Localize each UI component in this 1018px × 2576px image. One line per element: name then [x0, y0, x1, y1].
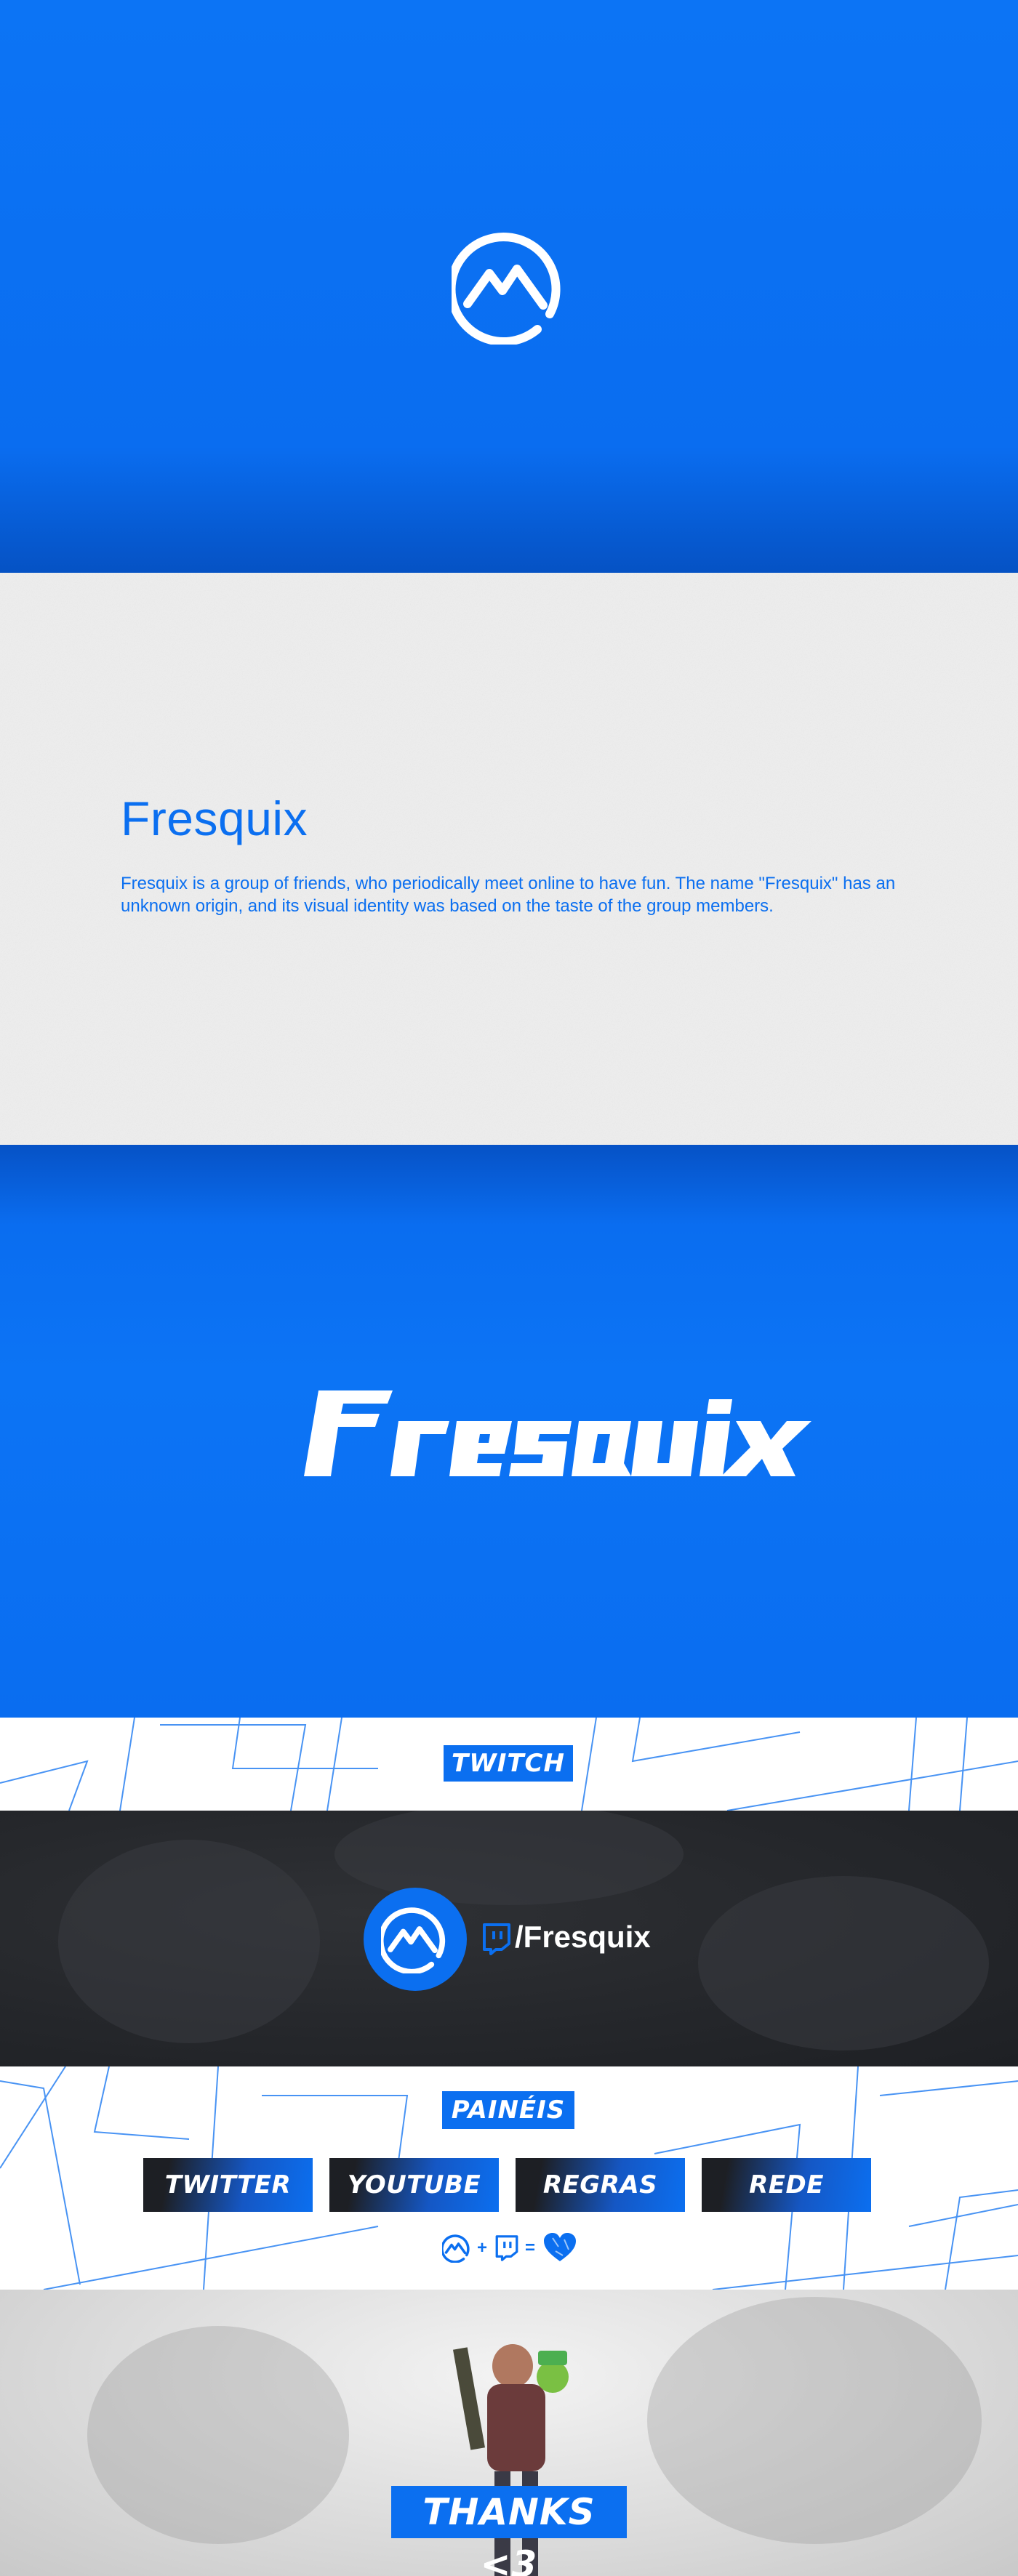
plus-sign: +: [477, 2238, 488, 2258]
wordmark-section: [0, 1145, 1018, 1718]
twitch-glitch-icon: [483, 1923, 510, 1955]
twitch-glitch-icon: [495, 2235, 518, 2261]
heart-icon: [544, 2233, 576, 2261]
panel-button-rede[interactable]: REDE: [702, 2158, 871, 2212]
panels-section: PAINÉIS TWITTER YOUTUBE REGRAS REDE + =: [0, 2066, 1018, 2290]
panels-section-label: PAINÉIS: [442, 2091, 574, 2129]
thanks-section: THANKS <3: [0, 2290, 1018, 2576]
twitch-label-strip: TWITCH: [0, 1718, 1018, 1811]
thanks-label: THANKS <3: [391, 2486, 627, 2576]
logo-plus-twitch-equals-heart: + =: [442, 2232, 580, 2264]
twitch-handle: /Fresquix: [515, 1920, 651, 1954]
fresquix-wordmark-logo: [304, 1390, 811, 1476]
about-title: Fresquix: [121, 792, 308, 845]
equals-sign: =: [525, 2238, 536, 2258]
panel-button-twitter[interactable]: TWITTER: [143, 2158, 313, 2212]
twitch-section-label: TWITCH: [444, 1745, 573, 1782]
fresquix-mountain-logo-icon: [381, 1907, 446, 1973]
panel-button-youtube[interactable]: YOUTUBE: [329, 2158, 499, 2212]
fresquix-mountain-logo-icon: [442, 2234, 470, 2263]
about-description: Fresquix is a group of friends, who peri…: [121, 874, 896, 916]
panel-button-regras[interactable]: REGRAS: [516, 2158, 685, 2212]
twitch-profile-banner: /Fresquix: [0, 1811, 1018, 2066]
texture-background: [0, 573, 1018, 1145]
fresquix-mountain-logo-icon: [452, 233, 561, 345]
avatar: [364, 1888, 467, 1991]
about-section: Fresquix Fresquix is a group of friends,…: [0, 573, 1018, 1145]
hero-logo-section: [0, 0, 1018, 573]
